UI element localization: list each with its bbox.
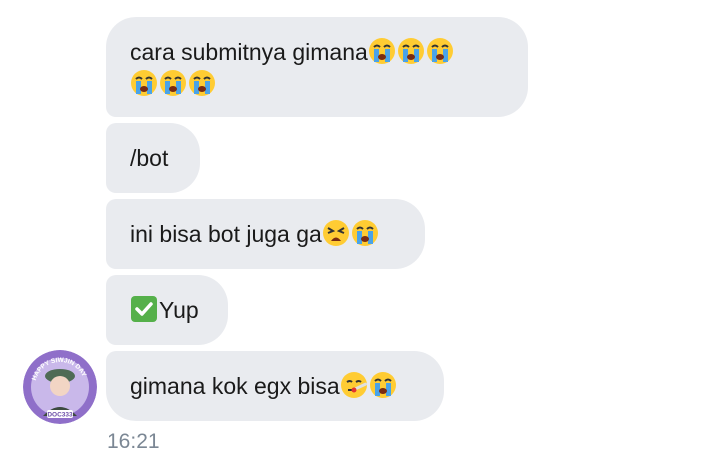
message-bubble[interactable]: cara submitnya gimana: [106, 17, 528, 117]
message-text: /bot: [130, 145, 169, 171]
message-text: gimana kok egx bisa: [130, 373, 340, 399]
loudly-crying-face-icon: [369, 372, 396, 398]
loudly-crying-face-icon: [189, 70, 215, 96]
chat-thread: cara submitnya gimana /bot ini bisa bot …: [0, 0, 720, 456]
message-text: Yup: [159, 297, 199, 323]
message-bubble[interactable]: /bot: [106, 123, 200, 193]
message-text: ini bisa bot juga ga: [130, 221, 322, 247]
message-text-wrap: ini bisa bot juga ga: [130, 218, 380, 250]
avatar-bottom-text: DOC333: [47, 412, 73, 419]
loudly-crying-face-icon: [351, 220, 378, 246]
weary-face-icon: [322, 220, 349, 246]
message-bubble[interactable]: ini bisa bot juga ga: [106, 199, 425, 269]
face-with-thermometer-icon: [340, 372, 367, 398]
message-bubble[interactable]: gimana kok egx bisa: [106, 351, 444, 421]
loudly-crying-face-icon: [368, 38, 395, 64]
message-text-wrap: gimana kok egx bisa: [130, 370, 398, 402]
check-mark-button-icon: [131, 296, 157, 322]
loudly-crying-face-icon: [397, 38, 424, 64]
message-timestamp: 16:21: [107, 430, 160, 453]
message-text-wrap: cara submitnya gimana: [130, 36, 500, 100]
loudly-crying-face-icon: [160, 70, 186, 96]
avatar-image: HAPPY SIWJIN DAY DOC333: [23, 350, 97, 424]
message-text: cara submitnya gimana: [130, 39, 368, 65]
loudly-crying-face-icon: [131, 70, 157, 96]
loudly-crying-face-icon: [426, 38, 453, 64]
message-bubble[interactable]: Yup: [106, 275, 228, 345]
avatar[interactable]: HAPPY SIWJIN DAY DOC333: [23, 350, 97, 424]
message-text-wrap: Yup: [130, 294, 199, 326]
